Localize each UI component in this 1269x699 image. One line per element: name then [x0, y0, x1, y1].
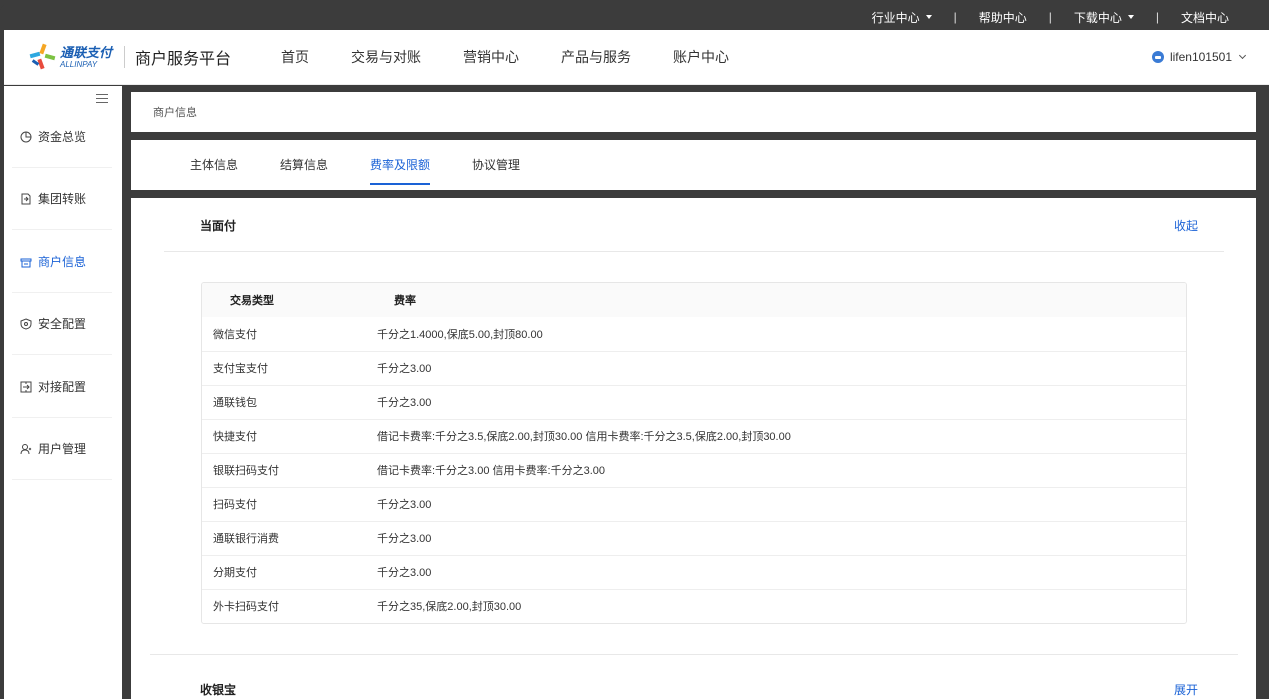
nav-home[interactable]: 首页	[281, 47, 309, 67]
column-header-type: 交易类型	[202, 283, 368, 317]
rate-value: 千分之3.00	[368, 555, 1186, 590]
tab-entity-info[interactable]: 主体信息	[190, 140, 238, 190]
table-row: 外卡扫码支付 千分之35,保底2.00,封顶30.00	[202, 589, 1186, 623]
sidebar-item-security[interactable]: 安全配置	[12, 293, 112, 355]
transaction-type: 通联钱包	[202, 385, 368, 420]
table-row: 支付宝支付 千分之3.00	[202, 351, 1186, 386]
transfer-doc-icon	[21, 193, 31, 204]
logo-en-text: ALLINPAY	[60, 59, 98, 69]
rate-value: 千分之3.00	[368, 487, 1186, 522]
section-header-face-pay: 当面付 收起	[164, 198, 1224, 252]
rate-value: 千分之3.00	[368, 351, 1186, 386]
allinpay-logo-icon	[29, 43, 56, 70]
chevron-down-icon	[1238, 51, 1247, 60]
table-row: 分期支付 千分之3.00	[202, 555, 1186, 590]
nav-products[interactable]: 产品与服务	[561, 47, 631, 67]
platform-title: 商户服务平台	[135, 51, 232, 68]
download-center-menu[interactable]: 下载中心	[1074, 9, 1134, 26]
doc-center-label: 文档中心	[1180, 10, 1229, 25]
separator: |	[1048, 10, 1052, 24]
section-divider	[150, 654, 1238, 655]
industry-center-menu[interactable]: 行业中心	[872, 9, 932, 26]
rate-value: 千分之1.4000,保底5.00,封顶80.00	[368, 317, 1186, 352]
industry-center-label: 行业中心	[871, 10, 920, 25]
sidebar-item-user-management[interactable]: 用户管理	[12, 418, 112, 480]
user-icon	[20, 443, 32, 454]
main-header: 通联支付 ALLINPAY 商户服务平台 首页 交易与对账 营销中心 产品与服务…	[4, 30, 1269, 85]
user-menu[interactable]: lifen101501	[1151, 50, 1247, 64]
transaction-type: 快捷支付	[202, 419, 368, 454]
user-avatar-icon	[1151, 51, 1164, 63]
rate-value: 千分之35,保底2.00,封顶30.00	[377, 601, 522, 614]
transaction-type: 微信支付	[202, 317, 368, 352]
help-center-label: 帮助中心	[978, 10, 1027, 25]
transaction-type: 通联银行消费	[202, 521, 368, 556]
transaction-type: 银联扫码支付	[202, 453, 368, 488]
main-nav: 首页 交易与对账 营销中心 产品与服务 账户中心	[281, 47, 771, 67]
tab-settlement-info[interactable]: 结算信息	[280, 140, 328, 190]
sidebar-item-merchant-info[interactable]: 商户信息	[12, 231, 112, 293]
transaction-type: 支付宝支付	[202, 351, 368, 386]
logo-cn-text: 通联支付	[60, 44, 113, 60]
transaction-type: 外卡扫码支付	[213, 601, 279, 614]
menu-toggle-icon[interactable]	[96, 94, 108, 104]
transaction-type: 分期支付	[202, 555, 368, 590]
table-row: 扫码支付 千分之3.00	[202, 487, 1186, 522]
caret-down-icon	[1127, 15, 1134, 19]
sidebar-item-label: 用户管理	[38, 442, 87, 456]
rate-table: 交易类型 费率 微信支付 千分之1.4000,保底5.00,封顶80.00 支付…	[201, 282, 1187, 624]
sidebar-item-group-transfer[interactable]: 集团转账	[12, 168, 112, 230]
username: lifen101501	[1169, 50, 1232, 64]
tab-agreements[interactable]: 协议管理	[472, 140, 520, 190]
breadcrumb-current: 商户信息	[153, 107, 197, 119]
sidebar-item-funds-overview[interactable]: 资金总览	[12, 106, 112, 168]
nav-transactions[interactable]: 交易与对账	[351, 47, 421, 67]
shield-icon	[20, 317, 32, 330]
sidebar-item-label: 安全配置	[38, 317, 87, 331]
doc-center-link[interactable]: 文档中心	[1181, 9, 1229, 26]
sidebar-item-integration[interactable]: 对接配置	[12, 356, 112, 418]
transaction-type: 扫码支付	[202, 487, 368, 522]
table-row: 银联扫码支付 借记卡费率:千分之3.00 信用卡费率:千分之3.00	[202, 453, 1186, 488]
pie-chart-icon	[20, 131, 32, 142]
collapse-button[interactable]: 收起	[1174, 217, 1198, 234]
nav-marketing[interactable]: 营销中心	[463, 47, 519, 67]
utility-bar: 行业中心 | 帮助中心 | 下载中心 | 文档中心	[0, 4, 1269, 30]
column-header-rate: 费率	[368, 283, 1186, 317]
rate-value: 借记卡费率:千分之3.5,保底2.00,封顶30.00 信用卡费率:千分之3.5…	[368, 419, 1186, 454]
sidebar: 资金总览 集团转账 商户信息 安全配置 对接配置 用户管理	[4, 86, 122, 699]
sidebar-item-label: 对接配置	[38, 380, 87, 394]
tabs-bar: 主体信息 结算信息 费率及限额 协议管理	[131, 140, 1256, 190]
expand-button[interactable]: 展开	[1174, 681, 1198, 698]
sidebar-item-label: 商户信息	[38, 255, 87, 269]
section-title: 收银宝	[200, 682, 237, 697]
sidebar-item-label: 集团转账	[38, 192, 87, 206]
table-row: 微信支付 千分之1.4000,保底5.00,封顶80.00	[202, 317, 1186, 352]
nav-account[interactable]: 账户中心	[673, 47, 729, 67]
tab-rates-limits[interactable]: 费率及限额	[370, 140, 431, 190]
table-row: 通联钱包 千分之3.00	[202, 385, 1186, 420]
download-center-label: 下载中心	[1073, 10, 1122, 25]
section-divider	[164, 251, 1224, 252]
section-title: 当面付	[200, 218, 237, 233]
rate-value: 借记卡费率:千分之3.00 信用卡费率:千分之3.00	[368, 453, 1186, 488]
table-row: 快捷支付 借记卡费率:千分之3.5,保底2.00,封顶30.00 信用卡费率:千…	[202, 419, 1186, 454]
sidebar-item-label: 资金总览	[38, 130, 87, 144]
help-center-link[interactable]: 帮助中心	[979, 9, 1027, 26]
caret-down-icon	[925, 15, 932, 19]
table-header-row: 交易类型 费率	[202, 283, 1186, 317]
rate-value: 千分之3.00	[368, 385, 1186, 420]
table-row: 通联银行消费 千分之3.00	[202, 521, 1186, 556]
section-header-cashier: 收银宝 展开	[164, 662, 1224, 699]
logo-divider	[124, 46, 126, 68]
separator: |	[1155, 10, 1159, 24]
rates-content: 当面付 收起 交易类型 费率 微信支付 千分之1.4000,保底5.00,封顶8…	[131, 198, 1256, 699]
separator: |	[953, 10, 957, 24]
rate-value: 千分之3.00	[368, 521, 1186, 556]
allinpay-logo[interactable]: 通联支付 ALLINPAY	[29, 43, 113, 70]
store-icon	[20, 258, 32, 267]
breadcrumb: 商户信息	[131, 92, 1256, 132]
connect-icon	[20, 381, 32, 392]
